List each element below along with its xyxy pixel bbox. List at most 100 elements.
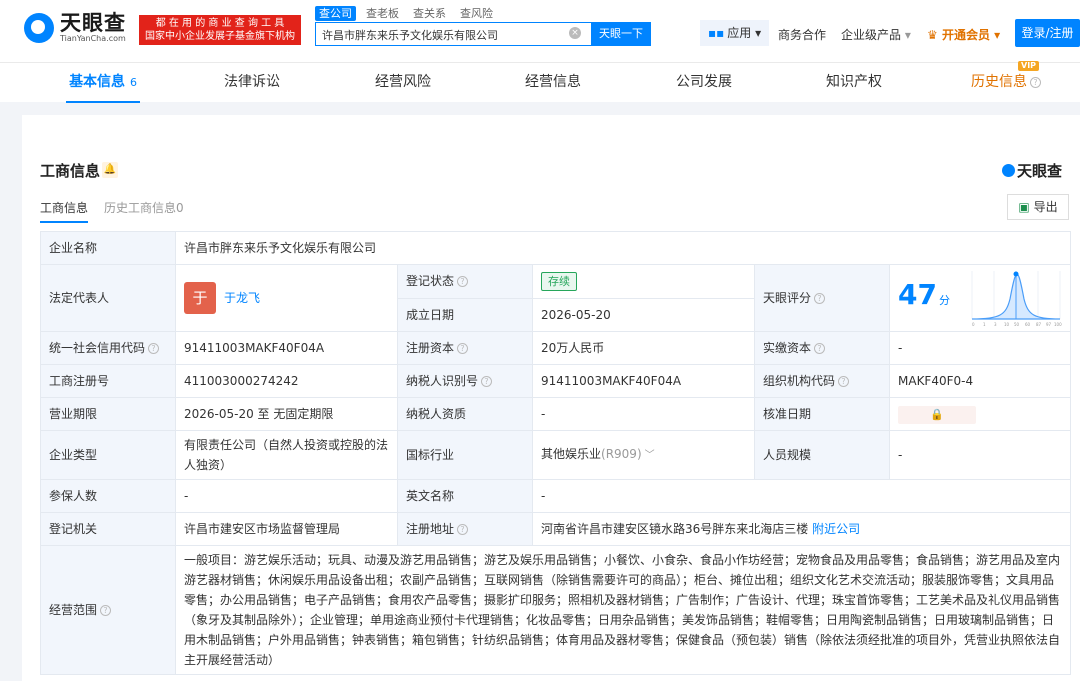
status-cell: 存续 <box>532 264 755 299</box>
tab-operation-info[interactable]: 经营信息 <box>516 63 590 103</box>
avatar[interactable]: 于 <box>184 282 216 314</box>
reg-no-label: 工商注册号 <box>40 364 176 398</box>
nav-business-cooperation[interactable]: 商务合作 <box>778 26 826 43</box>
staff-value: - <box>888 430 1072 480</box>
score-axis-tick: 50 <box>1014 322 1020 327</box>
founded-label: 成立日期 <box>397 297 533 332</box>
legal-rep-cell: 于于龙飞 <box>175 264 398 332</box>
credit-code-label: 统一社会信用代码 <box>49 341 146 355</box>
taxpayer-id-label: 纳税人识别号 <box>406 374 479 388</box>
company-type-value: 有限责任公司（自然人投资或控股的法人独资） <box>175 430 398 480</box>
tab-company-development[interactable]: 公司发展 <box>667 63 741 103</box>
company-name-value: 许昌市胖东来乐予文化娱乐有限公司 <box>174 231 1072 265</box>
search-tab-company[interactable]: 查公司 <box>315 6 356 21</box>
crown-icon: ♛ <box>927 28 938 42</box>
industry-label: 国标行业 <box>397 430 533 480</box>
apps-label: 应用 <box>727 26 752 40</box>
tab-intellectual-property[interactable]: 知识产权 <box>817 63 891 103</box>
reg-capital-label: 注册资本 <box>406 341 455 355</box>
clear-search-icon[interactable]: × <box>569 27 581 39</box>
address-label-cell: 注册地址? <box>397 512 533 546</box>
subtab-history-business-info[interactable]: 历史工商信息0 <box>104 199 184 216</box>
status-label: 登记状态 <box>406 274 455 289</box>
help-icon[interactable]: ? <box>100 605 112 616</box>
score-axis-tick: 97 <box>1046 322 1052 327</box>
site-logo[interactable]: 天眼查 TianYanCha.com <box>24 12 126 44</box>
help-icon[interactable]: ? <box>814 343 826 354</box>
logo-text: 天眼查 <box>60 11 126 35</box>
address-cell: 河南省许昌市建安区镜水路36号胖东来北海店三楼 附近公司 <box>531 512 1072 546</box>
chevron-down-icon: ﹀ <box>644 450 655 461</box>
legal-rep-link[interactable]: 于龙飞 <box>224 291 260 305</box>
industry-cell[interactable]: 其他娱乐业(R909) ﹀ <box>532 430 755 480</box>
search-tab-boss[interactable]: 查老板 <box>362 6 403 21</box>
address-value: 河南省许昌市建安区镜水路36号胖东来北海店三楼 <box>541 522 809 536</box>
search-tab-risk[interactable]: 查风险 <box>456 6 497 21</box>
score-cell[interactable]: 47 分 0 1 3 10 50 60 87 97 100 <box>888 264 1072 332</box>
slogan-line-2: 国家中小企业发展子基金旗下机构 <box>145 31 295 42</box>
company-type-label: 企业类型 <box>40 430 176 480</box>
approve-date-label: 核准日期 <box>754 397 890 431</box>
taxpayer-id-value: 91411003MAKF40F04A <box>532 364 755 398</box>
bell-icon[interactable]: 🔔 <box>102 162 118 178</box>
chevron-down-icon: ▾ <box>755 26 762 40</box>
table-row: 法定代表人 于于龙飞 登记状态? 存续 天眼评分? 47 分 0 1 3 10 … <box>40 264 1072 332</box>
export-button[interactable]: ▣ 导出 <box>1007 194 1069 220</box>
industry-value: 其他娱乐业 <box>541 447 602 461</box>
org-code-label-cell: 组织机构代码? <box>754 364 890 398</box>
score-axis-tick: 10 <box>1004 322 1010 327</box>
insured-label: 参保人数 <box>40 479 176 513</box>
help-icon[interactable]: ? <box>838 376 850 387</box>
tab-history-info-label: 历史信息 <box>971 74 1027 90</box>
logo-domain: TianYanCha.com <box>60 34 126 43</box>
org-code-value: MAKF40F0-4 <box>888 364 1072 398</box>
chevron-down-icon: ▾ <box>904 28 911 42</box>
scope-value: 一般项目：游艺娱乐活动；玩具、动漫及游艺用品销售；游艺及娱乐用品销售；小餐饮、小… <box>174 545 1072 675</box>
search-tab-relation[interactable]: 查关系 <box>409 6 450 21</box>
table-row: 经营范围? 一般项目：游艺娱乐活动；玩具、动漫及游艺用品销售；游艺及娱乐用品销售… <box>40 545 1072 675</box>
help-icon[interactable]: ? <box>814 293 826 304</box>
nearby-companies-link[interactable]: 附近公司 <box>812 522 860 536</box>
approve-date-cell: 🔒 <box>888 397 1072 431</box>
lock-icon[interactable]: 🔒 <box>898 405 976 424</box>
tianyancha-logo-icon <box>24 13 54 43</box>
table-row: 企业类型 有限责任公司（自然人投资或控股的法人独资） 国标行业 其他娱乐业(R9… <box>40 430 1072 480</box>
reg-no-value: 411003000274242 <box>175 364 398 398</box>
paid-capital-label-cell: 实缴资本? <box>754 331 890 365</box>
help-icon: ? <box>1030 76 1041 88</box>
table-row: 企业名称 许昌市胖东来乐予文化娱乐有限公司 <box>40 231 1072 265</box>
company-name-label: 企业名称 <box>40 231 176 265</box>
credit-code-label-cell: 统一社会信用代码? <box>40 331 176 365</box>
login-register-button[interactable]: 登录/注册 <box>1015 19 1080 47</box>
staff-label: 人员规模 <box>754 430 890 480</box>
table-row: 参保人数 - 英文名称 - <box>40 479 1072 513</box>
tab-basic-info[interactable]: 基本信息 6 <box>66 63 140 103</box>
search-button[interactable]: 天眼一下 <box>591 22 651 46</box>
en-name-value: - <box>531 479 1072 513</box>
authority-label: 登记机关 <box>40 512 176 546</box>
tab-legal[interactable]: 法律诉讼 <box>215 63 289 103</box>
taxpayer-id-label-cell: 纳税人识别号? <box>397 364 533 398</box>
help-icon[interactable]: ? <box>148 343 160 354</box>
search-type-tabs: 查公司 查老板 查关系 查风险 <box>315 6 497 21</box>
scope-label-cell: 经营范围? <box>40 545 176 675</box>
score-distribution-chart: 0 1 3 10 50 60 87 97 100 <box>971 271 1062 327</box>
excel-icon: ▣ <box>1018 200 1030 214</box>
nav-open-membership[interactable]: ♛ 开通会员 ▾ <box>927 26 1000 43</box>
search-input[interactable]: 许昌市胖东来乐予文化娱乐有限公司 <box>315 22 592 46</box>
status-label-cell: 登记状态? <box>397 264 533 299</box>
term-label: 营业期限 <box>40 397 176 431</box>
help-icon[interactable]: ? <box>457 343 469 354</box>
nav-enterprise-products[interactable]: 企业级产品 ▾ <box>841 26 911 43</box>
subtab-business-info[interactable]: 工商信息 <box>40 199 89 223</box>
org-code-label: 组织机构代码 <box>763 374 836 388</box>
open-membership-label: 开通会员 <box>941 28 990 42</box>
help-icon[interactable]: ? <box>457 276 469 288</box>
tab-operation-risk[interactable]: 经营风险 <box>366 63 440 103</box>
legal-rep-label: 法定代表人 <box>40 264 176 332</box>
help-icon[interactable]: ? <box>457 524 469 535</box>
apps-menu-button[interactable]: ▪▪ 应用 ▾ <box>700 20 770 46</box>
help-icon[interactable]: ? <box>481 376 493 387</box>
business-info-panel: 工商信息 🔔 天眼查 工商信息 历史工商信息0 ▣ 导出 企业名称 许昌市胖东来乐… <box>22 115 1080 681</box>
scope-label: 经营范围 <box>49 603 98 617</box>
